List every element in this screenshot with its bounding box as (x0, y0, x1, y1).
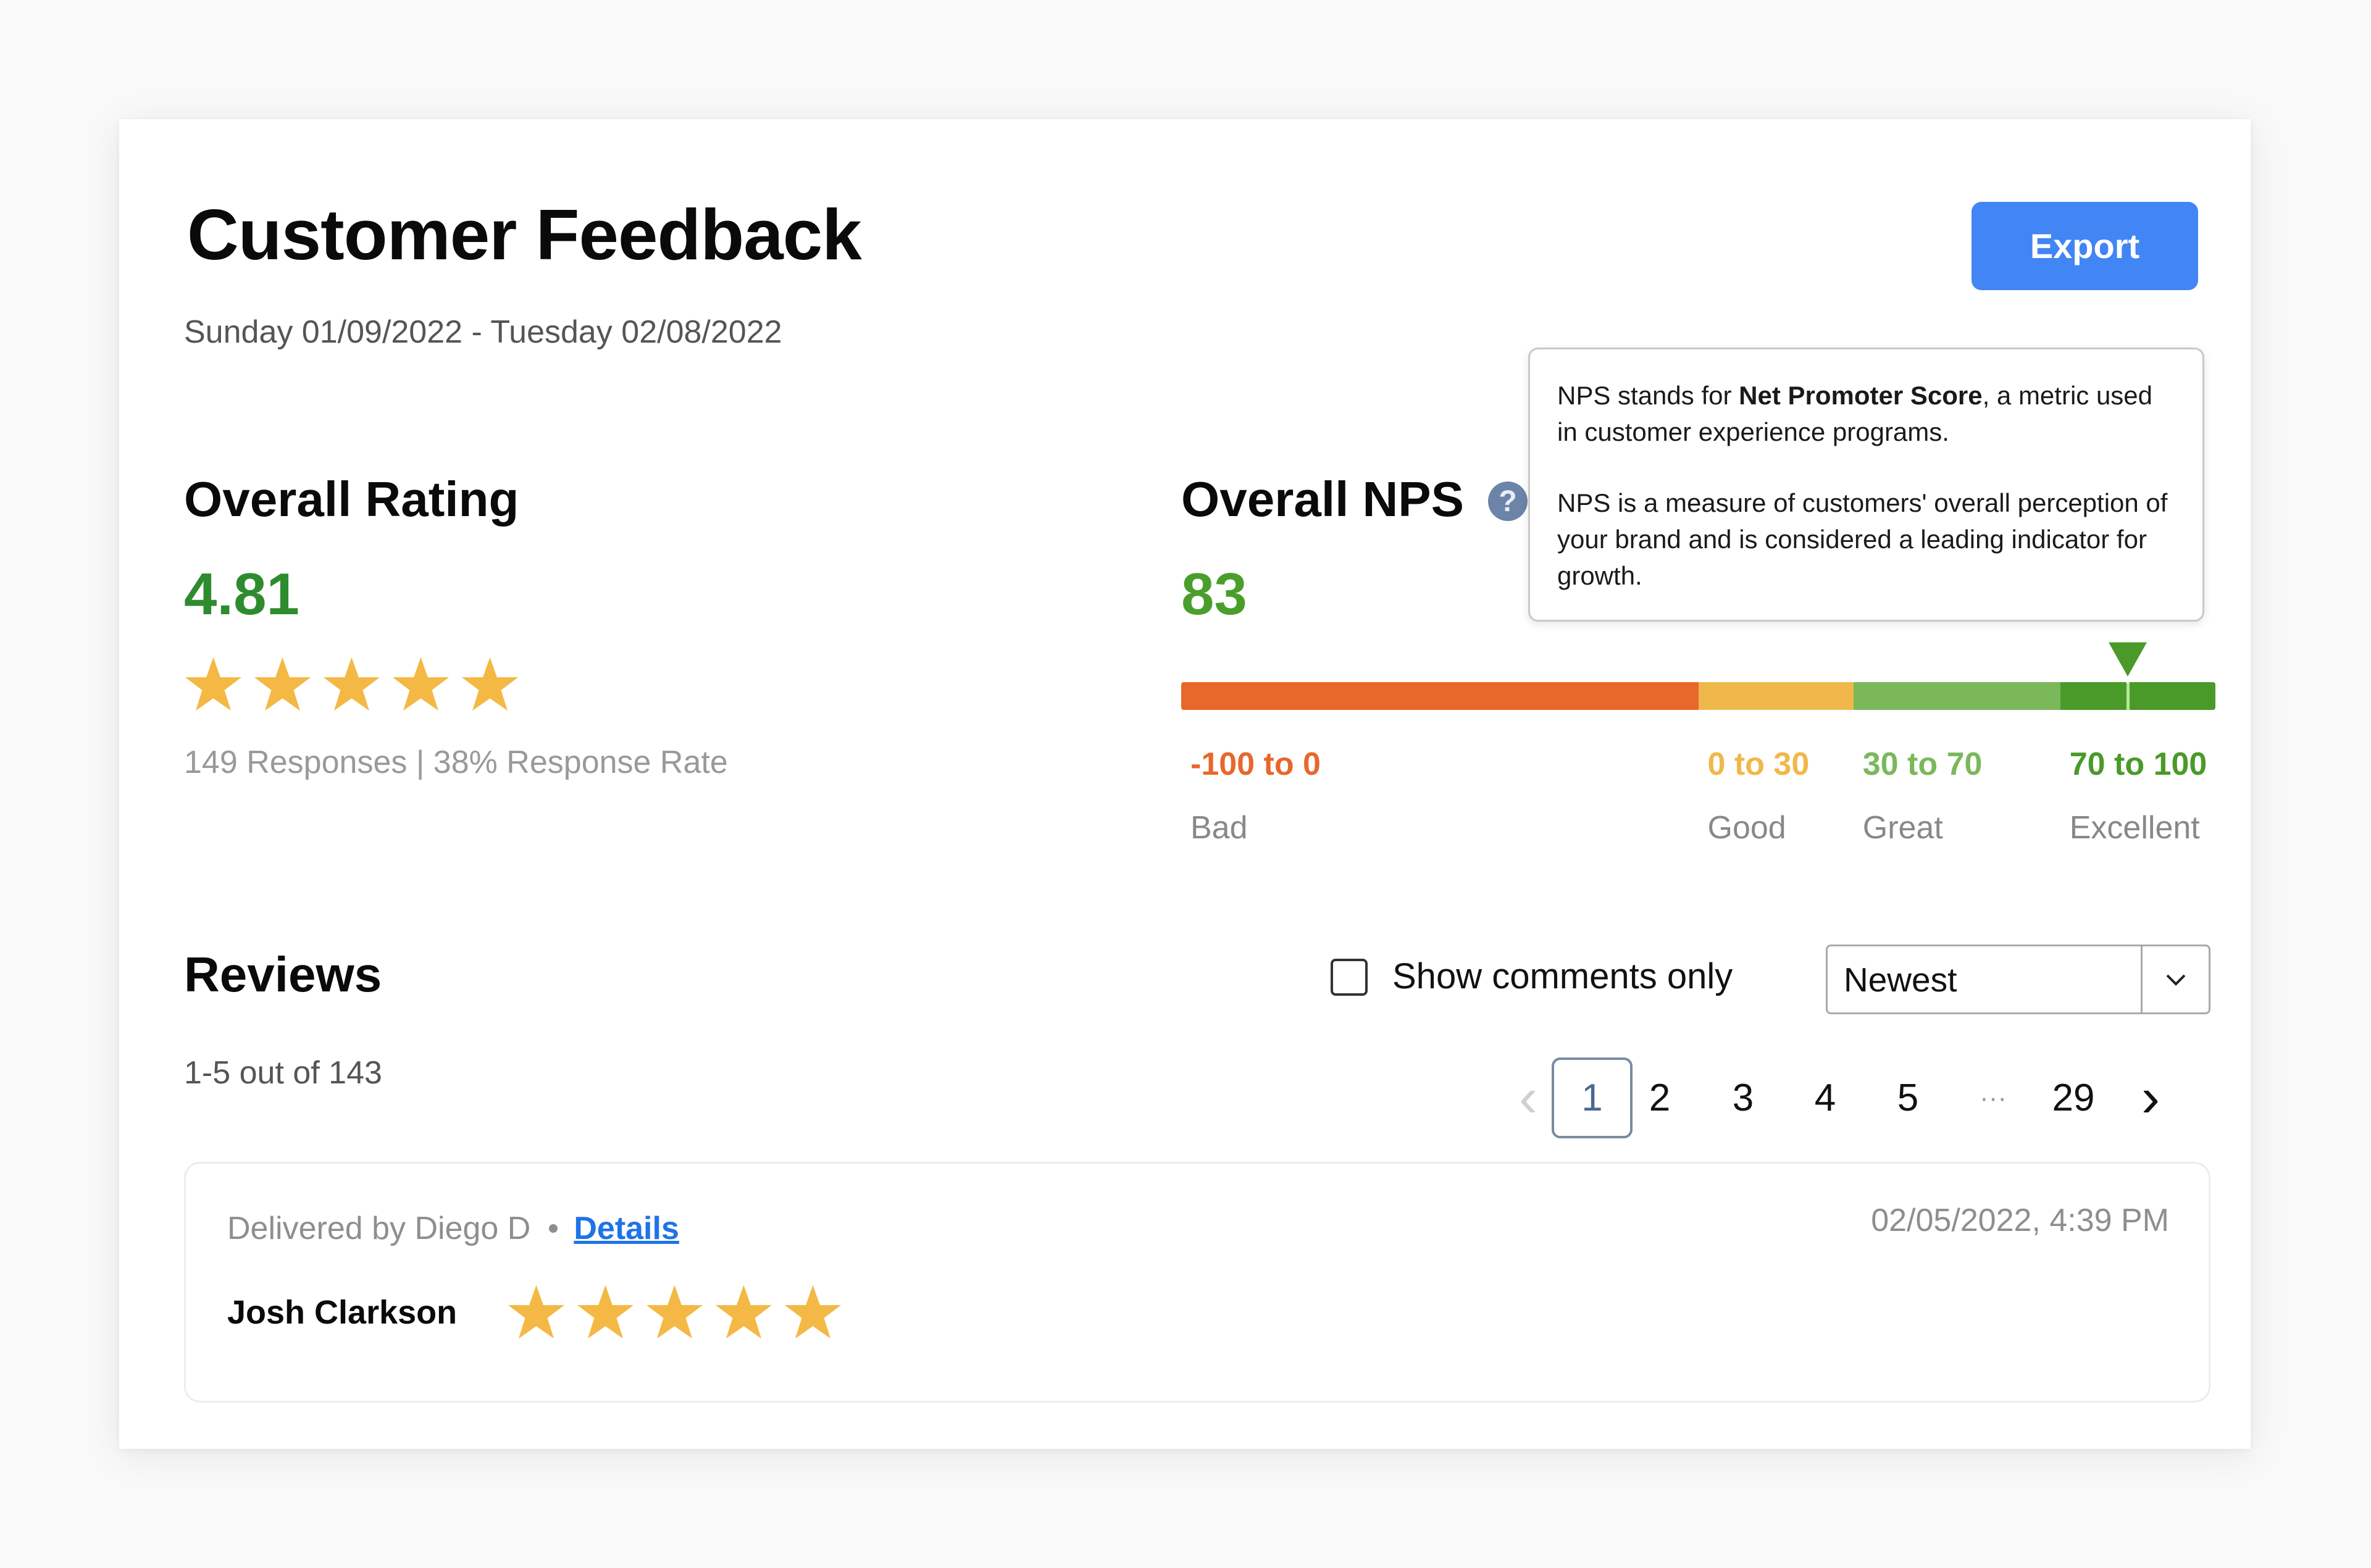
next-page-button[interactable]: › (2132, 1057, 2169, 1138)
nps-range-name: Bad (1190, 810, 1248, 846)
sort-select-value: Newest (1844, 960, 1957, 999)
overall-rating-value: 4.81 (184, 561, 299, 627)
star-icon (254, 657, 311, 711)
star-icon (461, 657, 519, 711)
bullet-dot-icon (549, 1224, 558, 1233)
page-1-button[interactable]: 1 (1552, 1057, 1633, 1138)
sort-select[interactable]: Newest (1826, 945, 2210, 1014)
nps-marker-line (2126, 682, 2130, 710)
nps-range-label: 70 to 100 (2069, 746, 2207, 782)
page-2-button[interactable]: 2 (1632, 1057, 1687, 1138)
star-icon (577, 1285, 634, 1339)
nps-segment-great (1853, 682, 2060, 710)
overall-nps-value: 83 (1181, 561, 1247, 627)
page-title: Customer Feedback (187, 194, 862, 275)
customer-name: Josh Clarkson (227, 1294, 458, 1331)
star-icon (715, 1285, 772, 1339)
star-icon (392, 657, 450, 711)
nps-range-label: 0 to 30 (1707, 746, 1810, 782)
nps-range-label: -100 to 0 (1190, 746, 1321, 782)
nps-range-name: Good (1707, 810, 1786, 846)
star-icon (508, 1285, 565, 1339)
star-icon (185, 657, 242, 711)
review-count: 1-5 out of 143 (184, 1055, 382, 1091)
delivered-by: Delivered by Diego D (227, 1211, 531, 1246)
responses-count: 149 Responses (184, 744, 408, 780)
review-timestamp: 02/05/2022, 4:39 PM (1871, 1203, 2169, 1238)
overall-nps-heading: Overall NPS (1181, 472, 1465, 527)
show-comments-checkbox[interactable] (1331, 959, 1368, 996)
page-4-button[interactable]: 4 (1797, 1057, 1853, 1138)
star-icon (784, 1285, 842, 1339)
export-button[interactable]: Export (1972, 202, 2198, 290)
nps-range-label: 30 to 70 (1862, 746, 1983, 782)
nps-range-name: Great (1862, 810, 1943, 846)
nps-tooltip: NPS stands for Net Promoter Score, a met… (1528, 348, 2204, 622)
page-5-button[interactable]: 5 (1880, 1057, 1936, 1138)
overall-rating-stars (184, 655, 519, 714)
page-29-button[interactable]: 29 (2046, 1057, 2101, 1138)
nps-segment-bad (1181, 682, 1699, 710)
nps-marker-icon (2102, 638, 2153, 683)
star-icon (646, 1285, 703, 1339)
star-icon (323, 657, 380, 711)
nps-scale-bar (1181, 682, 2215, 710)
date-range: Sunday 01/09/2022 - Tuesday 02/08/2022 (184, 314, 782, 350)
tooltip-paragraph-1: NPS stands for Net Promoter Score, a met… (1557, 381, 2153, 446)
details-link[interactable]: Details (574, 1210, 679, 1247)
page-3-button[interactable]: 3 (1715, 1057, 1771, 1138)
response-summary: 149 Responses | 38% Response Rate (184, 744, 728, 781)
chevron-down-icon[interactable] (2141, 946, 2209, 1012)
overall-rating-heading: Overall Rating (184, 472, 519, 527)
review-card: Delivered by Diego D Details 02/05/2022, 4… (184, 1162, 2210, 1403)
review-stars (507, 1283, 842, 1341)
tooltip-paragraph-2: NPS is a measure of customers' overall p… (1557, 488, 2168, 590)
separator: | (416, 744, 425, 780)
help-icon[interactable]: ? (1488, 482, 1528, 521)
response-rate: 38% Response Rate (433, 744, 728, 780)
nps-segment-good (1698, 682, 1854, 710)
nps-segment-excellent (2060, 682, 2215, 710)
reviews-heading: Reviews (184, 947, 382, 1002)
customer-feedback-panel: Customer Feedback Sunday 01/09/2022 - Tu… (119, 119, 2251, 1449)
show-comments-label[interactable]: Show comments only (1392, 956, 1733, 997)
pagination-ellipsis: ··· (1980, 1082, 2007, 1113)
prev-page-button[interactable]: ‹ (1510, 1057, 1547, 1138)
nps-range-name: Excellent (2069, 810, 2200, 846)
review-meta: Delivered by Diego D Details (227, 1210, 679, 1247)
